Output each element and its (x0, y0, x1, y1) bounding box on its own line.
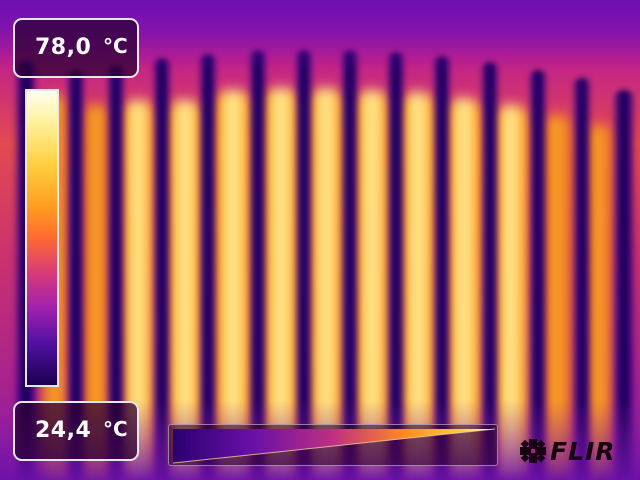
min-temperature-value: 24,4 (35, 418, 92, 443)
max-temperature-value: 78,0 (35, 35, 92, 60)
min-temperature-unit: °C (103, 417, 128, 441)
color-scale-bar (25, 89, 59, 387)
flir-logo: FLIR (520, 437, 624, 466)
min-temperature-box: 24,4 °C (13, 401, 139, 461)
thermal-camera-screen: 78,0 °C 24,4 °C FLIR (0, 0, 640, 480)
flir-emblem-icon (520, 439, 546, 463)
max-temperature-box: 78,0 °C (13, 18, 139, 78)
flir-logo-text: FLIR (550, 437, 616, 466)
level-span-wedge-icon (172, 428, 496, 464)
max-temperature-unit: °C (103, 34, 128, 58)
level-span-slider[interactable] (168, 424, 498, 466)
